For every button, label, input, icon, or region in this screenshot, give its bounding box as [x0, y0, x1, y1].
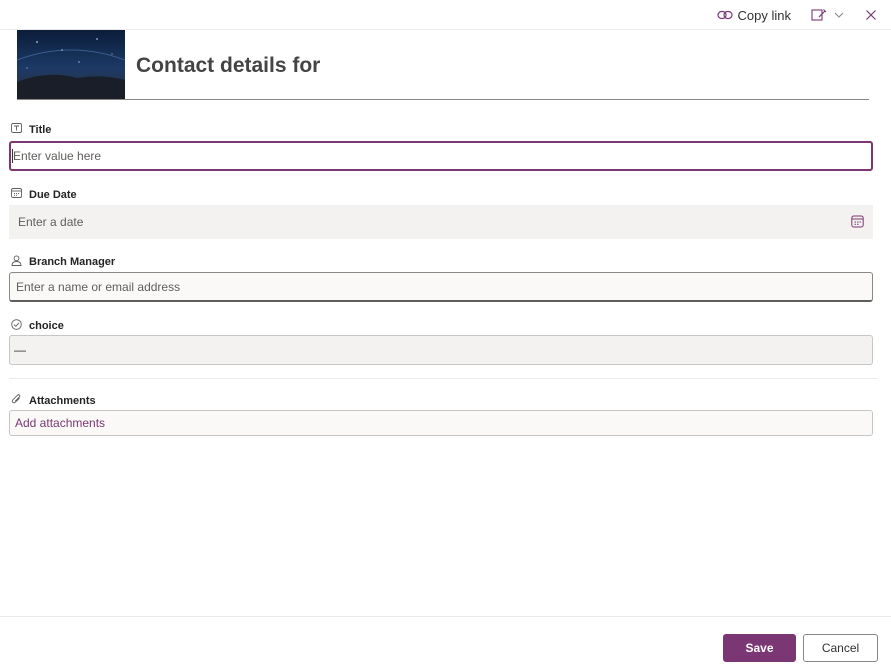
attachments-label-text: Attachments	[29, 395, 96, 407]
title-input[interactable]: Enter value here	[9, 141, 873, 171]
title-label-text: Title	[29, 123, 52, 136]
paperclip-icon	[11, 394, 22, 408]
calendar-icon	[11, 188, 22, 201]
person-icon	[11, 255, 22, 269]
link-icon	[716, 9, 733, 21]
title-field-label: Title	[11, 123, 51, 136]
branch-manager-label-text: Branch Manager	[29, 256, 116, 268]
copy-link-label: Copy link	[737, 7, 791, 23]
choice-selected-value: —	[14, 343, 26, 357]
due-date-input[interactable]: Enter a date	[9, 205, 873, 239]
choice-dropdown[interactable]: —	[9, 335, 873, 365]
copy-link-button[interactable]: Copy link	[716, 7, 791, 23]
close-icon[interactable]	[865, 9, 877, 21]
command-bar-actions: Copy link	[716, 4, 877, 26]
title-input-placeholder: Enter value here	[13, 149, 102, 163]
form-footer: Save Cancel	[0, 616, 891, 669]
edit-form-icon[interactable]	[811, 8, 827, 22]
date-picker-calendar-icon[interactable]	[851, 215, 864, 231]
add-attachments-button[interactable]: Add attachments	[9, 410, 873, 436]
check-circle-icon	[11, 319, 22, 333]
due-date-placeholder: Enter a date	[18, 215, 84, 229]
save-button[interactable]: Save	[723, 634, 796, 662]
choice-field-label: choice	[11, 319, 64, 333]
add-attachments-link[interactable]: Add attachments	[15, 416, 105, 430]
due-date-field-label: Due Date	[11, 188, 77, 201]
section-divider	[9, 378, 877, 379]
attachments-field-label: Attachments	[11, 394, 96, 408]
command-bar: Copy link	[0, 0, 891, 30]
page-title: Contact details for	[136, 54, 321, 77]
text-field-icon	[11, 123, 22, 136]
header-thumbnail-image	[17, 30, 125, 99]
choice-label-text: choice	[29, 320, 64, 332]
due-date-label-text: Due Date	[29, 188, 77, 201]
form-header: Contact details for	[17, 30, 869, 100]
chevron-down-icon[interactable]	[833, 10, 845, 20]
cancel-button[interactable]: Cancel	[803, 634, 878, 662]
branch-manager-placeholder: Enter a name or email address	[16, 279, 181, 294]
branch-manager-field-label: Branch Manager	[11, 255, 115, 269]
branch-manager-people-picker[interactable]: Enter a name or email address	[9, 272, 873, 302]
